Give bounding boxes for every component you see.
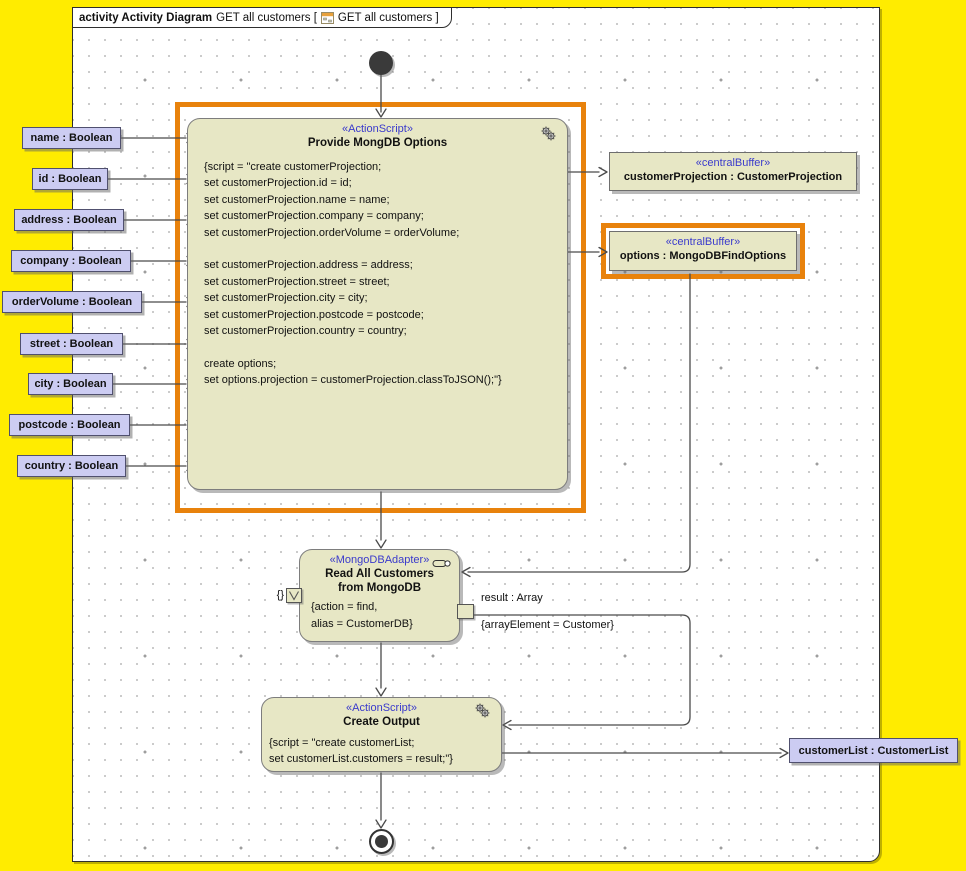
create-output-name: Create Output (262, 715, 501, 729)
buffer-options[interactable]: «centralBuffer» options : MongoDBFindOpt… (609, 231, 797, 271)
initial-node[interactable] (369, 51, 393, 75)
value-pin-v-icon (288, 590, 300, 601)
param-postcode-label: postcode : Boolean (18, 419, 120, 431)
frame-title-ref: GET all customers ] (338, 12, 439, 24)
param-city-label: city : Boolean (34, 378, 106, 390)
result-constraint-label[interactable]: {arrayElement = Customer} (481, 619, 614, 631)
options-name: options : MongoDBFindOptions (610, 249, 796, 263)
action-provide-mongdb-options[interactable]: «ActionScript» Provide MongDB Options {s… (187, 118, 568, 490)
param-address-label: address : Boolean (21, 214, 116, 226)
gears-icon (540, 126, 557, 147)
param-id[interactable]: id : Boolean (32, 168, 108, 190)
adapter-icon (432, 556, 452, 574)
provide-options-script: {script = "create customerProjection; se… (204, 159, 559, 389)
param-id-label: id : Boolean (39, 173, 102, 185)
read-adapter-props: {action = find, alias = CustomerDB} (311, 599, 456, 633)
activity-final-node[interactable] (369, 829, 394, 854)
gears-icon (474, 703, 491, 724)
param-company-label: company : Boolean (20, 255, 121, 267)
param-city[interactable]: city : Boolean (28, 373, 113, 395)
final-node-dot (375, 835, 388, 848)
action-create-output[interactable]: «ActionScript» Create Output {script = "… (261, 697, 502, 772)
output-pin-result[interactable] (457, 604, 474, 619)
input-pin-options[interactable] (286, 588, 302, 603)
param-address[interactable]: address : Boolean (14, 209, 124, 231)
param-ordervolume-label: orderVolume : Boolean (12, 296, 132, 308)
frame-title-name: GET all customers [ (216, 12, 317, 24)
frame-title-keyword: activity Activity Diagram (79, 12, 212, 24)
customerlist-label: customerList : CustomerList (799, 745, 949, 757)
param-company[interactable]: company : Boolean (11, 250, 131, 272)
create-output-stereotype: «ActionScript» (262, 702, 501, 714)
param-country-label: country : Boolean (25, 460, 119, 472)
param-postcode[interactable]: postcode : Boolean (9, 414, 130, 436)
param-customerlist-output[interactable]: customerList : CustomerList (789, 738, 958, 763)
provide-options-name: Provide MongDB Options (188, 136, 567, 150)
param-name-label: name : Boolean (31, 132, 113, 144)
diagram-stage: activity Activity Diagram GET all custom… (0, 0, 966, 871)
customerprojection-name: customerProjection : CustomerProjection (610, 170, 856, 184)
frame-title-tab[interactable]: activity Activity Diagram GET all custom… (72, 7, 452, 28)
provide-options-stereotype: «ActionScript» (188, 123, 567, 135)
left-pin-label: {} (266, 589, 284, 601)
buffer-customerprojection[interactable]: «centralBuffer» customerProjection : Cus… (609, 152, 857, 191)
param-street[interactable]: street : Boolean (20, 333, 123, 355)
param-country[interactable]: country : Boolean (17, 455, 126, 477)
activity-diagram-icon (321, 12, 334, 24)
param-name[interactable]: name : Boolean (22, 127, 121, 149)
param-street-label: street : Boolean (30, 338, 113, 350)
result-pin-label[interactable]: result : Array (481, 592, 543, 604)
param-ordervolume[interactable]: orderVolume : Boolean (2, 291, 142, 313)
create-output-script: {script = "create customerList; set cust… (269, 735, 499, 768)
action-read-all-customers[interactable]: «MongoDBAdapter» Read All Customers from… (299, 549, 460, 642)
customerprojection-stereotype: «centralBuffer» (610, 157, 856, 169)
options-stereotype: «centralBuffer» (610, 236, 796, 248)
